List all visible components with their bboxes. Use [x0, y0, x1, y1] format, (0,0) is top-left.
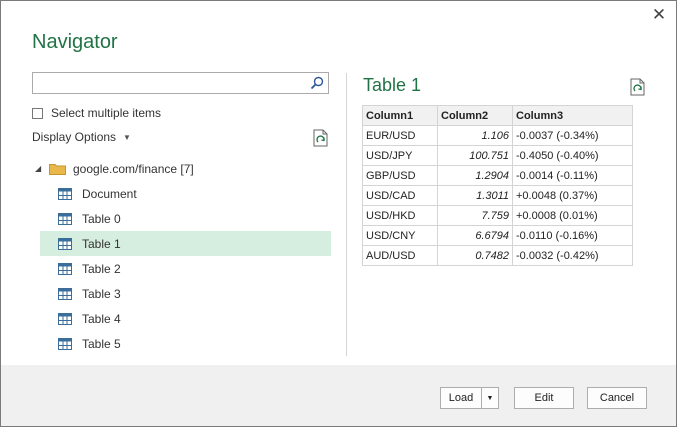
- preview-table: Column1 Column2 Column3 EUR/USD 1.106 -0…: [362, 105, 633, 266]
- table-cell: USD/CAD: [362, 185, 438, 206]
- table-cell: -0.0110 (-0.16%): [512, 225, 633, 246]
- table-row: AUD/USD 0.7482 -0.0032 (-0.42%): [362, 245, 633, 266]
- column-header: Column3: [512, 105, 633, 126]
- load-dropdown-button[interactable]: ▼: [481, 387, 499, 409]
- table-cell: +0.0048 (0.37%): [512, 185, 633, 206]
- column-header: Column1: [362, 105, 438, 126]
- table-icon: [58, 187, 72, 200]
- chevron-down-icon: ▼: [486, 394, 494, 402]
- pane-divider[interactable]: [346, 73, 347, 356]
- tree-item-label: Table 3: [82, 286, 121, 301]
- tree-item-label: Table 2: [82, 261, 121, 276]
- refresh-icon[interactable]: [630, 78, 646, 96]
- tree-item-table-2[interactable]: Table 2: [32, 256, 332, 281]
- table-icon: [58, 312, 72, 325]
- table-icon: [58, 337, 72, 350]
- table-cell: 7.759: [437, 205, 513, 226]
- expand-arrow-icon[interactable]: ◢: [35, 164, 45, 173]
- dialog-footer: Load ▼ Edit Cancel: [1, 365, 676, 426]
- table-row: EUR/USD 1.106 -0.0037 (-0.34%): [362, 125, 633, 146]
- table-icon: [58, 262, 72, 275]
- table-cell: 100.751: [437, 145, 513, 166]
- tree-item-label: Table 4: [82, 311, 121, 326]
- search-box[interactable]: [32, 72, 329, 94]
- folder-icon: [49, 163, 66, 175]
- table-cell: 1.106: [437, 125, 513, 146]
- tree-item-table-3[interactable]: Table 3: [32, 281, 332, 306]
- table-header-row: Column1 Column2 Column3: [362, 105, 633, 126]
- table-cell: USD/CNY: [362, 225, 438, 246]
- table-cell: USD/JPY: [362, 145, 438, 166]
- load-button[interactable]: Load: [440, 387, 482, 409]
- table-icon: [58, 287, 72, 300]
- table-cell: AUD/USD: [362, 245, 438, 266]
- dialog-title: Navigator: [32, 31, 118, 53]
- close-icon[interactable]: ✕: [650, 6, 668, 24]
- navigator-dialog: ✕ Navigator Select multiple items Displa…: [0, 0, 677, 427]
- select-multiple-label: Select multiple items: [51, 106, 162, 120]
- table-cell: 1.2904: [437, 165, 513, 186]
- table-cell: USD/HKD: [362, 205, 438, 226]
- tree-item-label: Table 5: [82, 336, 121, 351]
- tree-item-label: Table 1: [82, 236, 121, 251]
- table-row: USD/JPY 100.751 -0.4050 (-0.40%): [362, 145, 633, 166]
- dropdown-caret-icon: ▼: [123, 132, 131, 142]
- search-icon[interactable]: [310, 76, 324, 90]
- table-row: USD/HKD 7.759 +0.0008 (0.01%): [362, 205, 633, 226]
- table-cell: EUR/USD: [362, 125, 438, 146]
- tree-root-node[interactable]: ◢ google.com/finance [7]: [32, 156, 332, 181]
- select-multiple-items[interactable]: Select multiple items: [32, 105, 161, 121]
- cancel-button[interactable]: Cancel: [587, 387, 647, 409]
- tree-item-document[interactable]: Document: [32, 181, 332, 206]
- table-icon: [58, 212, 72, 225]
- tree-item-table-5[interactable]: Table 5: [32, 331, 332, 356]
- table-cell: -0.4050 (-0.40%): [512, 145, 633, 166]
- table-row: USD/CNY 6.6794 -0.0110 (-0.16%): [362, 225, 633, 246]
- select-multiple-checkbox[interactable]: [32, 107, 43, 119]
- table-cell: -0.0037 (-0.34%): [512, 125, 633, 146]
- table-cell: 6.6794: [437, 225, 513, 246]
- tree-item-label: Table 0: [82, 211, 121, 226]
- edit-button[interactable]: Edit: [514, 387, 574, 409]
- table-cell: GBP/USD: [362, 165, 438, 186]
- preview-title: Table 1: [363, 75, 422, 95]
- refresh-icon[interactable]: [313, 129, 329, 147]
- tree-item-label: Document: [82, 186, 137, 201]
- navigator-tree: ◢ google.com/finance [7] Document Table …: [32, 156, 332, 356]
- table-cell: 0.7482: [437, 245, 513, 266]
- table-icon: [58, 237, 72, 250]
- tree-item-table-4[interactable]: Table 4: [32, 306, 332, 331]
- table-cell: +0.0008 (0.01%): [512, 205, 633, 226]
- column-header: Column2: [437, 105, 513, 126]
- tree-item-table-0[interactable]: Table 0: [32, 206, 332, 231]
- table-cell: -0.0014 (-0.11%): [512, 165, 633, 186]
- table-row: GBP/USD 1.2904 -0.0014 (-0.11%): [362, 165, 633, 186]
- table-cell: -0.0032 (-0.42%): [512, 245, 633, 266]
- tree-root-label: google.com/finance [7]: [73, 161, 194, 176]
- search-input[interactable]: [37, 74, 311, 94]
- table-row: USD/CAD 1.3011 +0.0048 (0.37%): [362, 185, 633, 206]
- display-options-label: Display Options: [32, 130, 117, 144]
- display-options-dropdown[interactable]: Display Options ▼: [32, 130, 131, 144]
- tree-item-table-1[interactable]: Table 1: [40, 231, 331, 256]
- table-cell: 1.3011: [437, 185, 513, 206]
